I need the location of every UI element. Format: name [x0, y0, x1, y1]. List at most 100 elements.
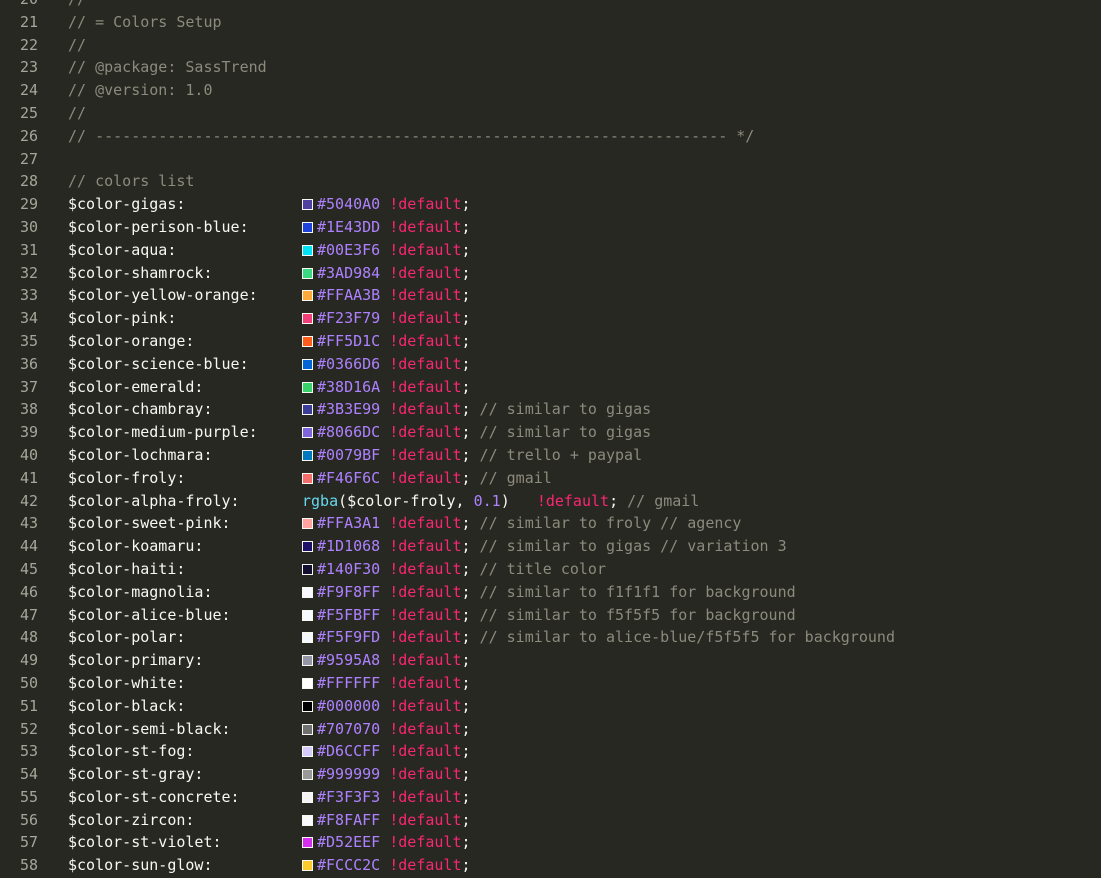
- code-line: 35 $color-orange: #FF5D1C !default;: [0, 330, 1101, 353]
- semicolon: ;: [461, 651, 471, 670]
- hex-value: #F3F3F3: [317, 787, 381, 806]
- function-name: rgba: [302, 491, 339, 510]
- semicolon: ;: [461, 445, 471, 464]
- line-number: 49: [19, 651, 38, 670]
- code-line: 46 $color-magnolia: #F9F8FF !default; // s…: [0, 581, 1101, 604]
- default-flag: !default: [389, 195, 462, 214]
- default-flag: !default: [389, 605, 462, 624]
- color-swatch-icon: [302, 518, 313, 530]
- color-swatch-icon: [302, 199, 313, 211]
- variable-value: #000000 !default;: [302, 695, 471, 718]
- color-swatch-icon: [302, 335, 313, 347]
- color-swatch-icon: [302, 427, 313, 439]
- code-line: 30 $color-perison-blue: #1E43DD !default;: [0, 216, 1101, 239]
- variable-name: $color-koamaru:: [68, 537, 204, 556]
- line-number: 33: [19, 286, 38, 305]
- semicolon: ;: [461, 468, 471, 487]
- variable-name: $color-primary:: [68, 651, 204, 670]
- code-line: 55 $color-st-concrete: #F3F3F3 !default;: [0, 786, 1101, 809]
- default-flag: !default: [389, 354, 462, 373]
- code-line: 39 $color-medium-purple: #8066DC !default;…: [0, 421, 1101, 444]
- code-line: 58 $color-sun-glow: #FCCC2C !default;: [0, 854, 1101, 877]
- comment-text: // colors list: [68, 172, 195, 191]
- line-number: 44: [19, 537, 38, 556]
- color-swatch-icon: [302, 632, 313, 644]
- code-line: 27: [0, 148, 1101, 171]
- variable-name: $color-st-gray:: [68, 765, 204, 784]
- hex-value: #F5FBFF: [317, 605, 381, 624]
- color-swatch-icon: [302, 313, 313, 325]
- color-swatch-icon: [302, 404, 313, 416]
- code-line: 37 $color-emerald: #38D16A !default;: [0, 376, 1101, 399]
- variable-name: $color-aqua:: [68, 240, 177, 259]
- code-line: 52 $color-semi-black: #707070 !default;: [0, 718, 1101, 741]
- inline-comment: // similar to f5f5f5 for background: [470, 605, 796, 624]
- default-flag: !default: [389, 719, 462, 738]
- variable-name: $color-alice-blue:: [68, 605, 231, 624]
- default-flag: !default: [389, 514, 462, 533]
- color-swatch-icon: [302, 290, 313, 302]
- variable-name: $color-st-violet:: [68, 833, 222, 852]
- hex-value: #1E43DD: [317, 217, 381, 236]
- line-number: 47: [19, 605, 38, 624]
- code-line: 28 // colors list: [0, 170, 1101, 193]
- semicolon: ;: [461, 514, 471, 533]
- variable-name: $color-science-blue:: [68, 354, 249, 373]
- hex-value: #140F30: [317, 559, 381, 578]
- hex-value: #F23F79: [317, 309, 381, 328]
- line-number: 40: [19, 445, 38, 464]
- color-swatch-icon: [302, 814, 313, 826]
- color-swatch-icon: [302, 267, 313, 279]
- variable-value: #FF5D1C !default;: [302, 330, 471, 353]
- code-line: 53 $color-st-fog: #D6CCFF !default;: [0, 740, 1101, 763]
- variable-name: $color-shamrock:: [68, 263, 213, 282]
- variable-value: #38D16A !default;: [302, 376, 471, 399]
- color-swatch-icon: [302, 700, 313, 712]
- line-number: 41: [19, 468, 38, 487]
- default-flag: !default: [389, 765, 462, 784]
- code-line: 33 $color-yellow-orange: #FFAA3B !default;: [0, 284, 1101, 307]
- code-line: 43 $color-sweet-pink: #FFA3A1 !default; //…: [0, 512, 1101, 535]
- code-line: 49 $color-primary: #9595A8 !default;: [0, 649, 1101, 672]
- variable-value: #F5F9FD !default; // similar to alice-bl…: [302, 626, 895, 649]
- semicolon: ;: [461, 856, 471, 875]
- hex-value: #0366D6: [317, 354, 381, 373]
- variable-name: $color-alpha-froly:: [68, 491, 240, 510]
- inline-comment: // similar to gigas: [470, 423, 652, 442]
- variable-name: $color-pink:: [68, 309, 177, 328]
- default-flag: !default: [389, 217, 462, 236]
- color-swatch-icon: [302, 358, 313, 370]
- hex-value: #FFAA3B: [317, 286, 381, 305]
- default-flag: !default: [389, 445, 462, 464]
- hex-value: #8066DC: [317, 423, 381, 442]
- comment-text: //: [68, 0, 86, 11]
- color-swatch-icon: [302, 472, 313, 484]
- color-swatch-icon: [302, 221, 313, 233]
- code-line: 45 $color-haiti: #140F30 !default; // titl…: [0, 558, 1101, 581]
- variable-value: #F23F79 !default;: [302, 307, 471, 330]
- code-line: 41 $color-froly: #F46F6C !default; // gmai…: [0, 467, 1101, 490]
- function-args: ($color-froly,: [338, 491, 474, 510]
- line-number: 28: [19, 172, 38, 191]
- inline-comment: // similar to froly // agency: [470, 514, 742, 533]
- variable-value: #0366D6 !default;: [302, 353, 471, 376]
- hex-value: #000000: [317, 696, 381, 715]
- variable-value: rgba($color-froly, 0.1) !default; // gma…: [302, 490, 699, 513]
- default-flag: !default: [389, 286, 462, 305]
- line-number: 56: [19, 810, 38, 829]
- code-editor[interactable]: 20 // 21 // = Colors Setup 22 // 23 // @package…: [0, 0, 1101, 878]
- code-line: 54 $color-st-gray: #999999 !default;: [0, 763, 1101, 786]
- line-number: 48: [19, 628, 38, 647]
- inline-comment: // similar to gigas // variation 3: [470, 537, 787, 556]
- default-flag: !default: [389, 263, 462, 282]
- code-line: 48 $color-polar: #F5F9FD !default; // simi…: [0, 626, 1101, 649]
- hex-value: #F46F6C: [317, 468, 381, 487]
- variable-value: #F9F8FF !default; // similar to f1f1f1 f…: [302, 581, 796, 604]
- semicolon: ;: [461, 833, 471, 852]
- hex-value: #0079BF: [317, 445, 381, 464]
- line-number: 32: [19, 263, 38, 282]
- semicolon: ;: [461, 263, 471, 282]
- variable-value: #F46F6C !default; // gmail: [302, 467, 552, 490]
- variable-value: #D52EEF !default;: [302, 831, 471, 854]
- variable-name: $color-black:: [68, 696, 186, 715]
